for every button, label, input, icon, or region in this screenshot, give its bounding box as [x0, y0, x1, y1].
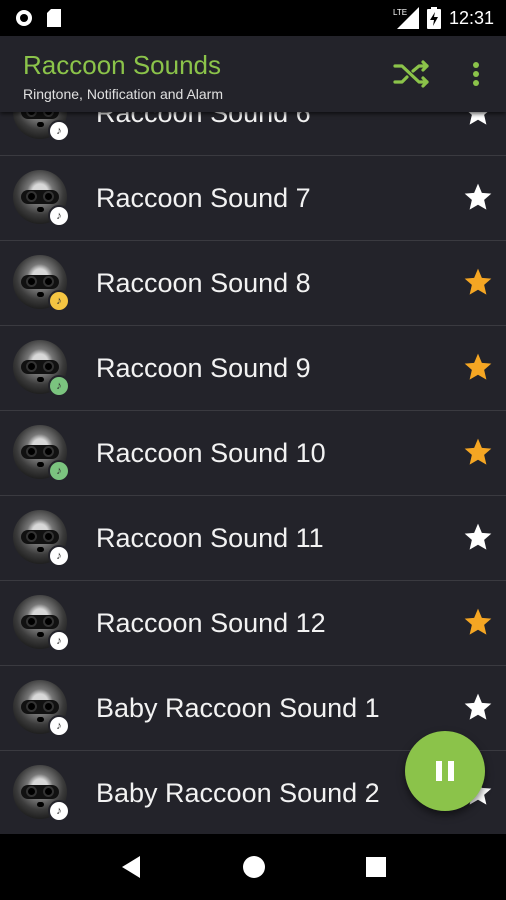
list-item[interactable]: ♪ Raccoon Sound 11 [0, 496, 506, 581]
sound-list[interactable]: ♪ Raccoon Sound 6 ♪ Raccoon Sound 7 ♪ Raccoon… [0, 112, 506, 834]
app-subtitle: Ringtone, Notification and Alarm [23, 86, 223, 102]
music-note-icon: ♪ [48, 460, 70, 482]
music-note-icon: ♪ [48, 290, 70, 312]
music-note-icon: ♪ [48, 630, 70, 652]
favorite-star-icon[interactable] [462, 606, 494, 638]
lte-signal-icon: LTE [393, 7, 419, 29]
app-bar: Raccoon Sounds Ringtone, Notification an… [0, 36, 506, 112]
app-title: Raccoon Sounds [23, 50, 222, 80]
recents-square-icon[interactable] [364, 855, 388, 879]
home-circle-icon[interactable] [241, 854, 267, 880]
sound-label: Raccoon Sound 8 [96, 268, 311, 298]
favorite-star-icon[interactable] [462, 181, 494, 213]
shuffle-icon[interactable] [392, 58, 432, 90]
favorite-star-icon[interactable] [462, 112, 494, 128]
status-bar: LTE 12:31 [0, 0, 506, 36]
music-note-icon: ♪ [48, 120, 70, 142]
favorite-star-icon[interactable] [462, 436, 494, 468]
svg-text:LTE: LTE [393, 8, 407, 17]
favorite-star-icon[interactable] [462, 691, 494, 723]
battery-icon [426, 7, 441, 29]
sound-label: Raccoon Sound 9 [96, 353, 311, 383]
sound-label: Baby Raccoon Sound 1 [96, 693, 380, 723]
status-time: 12:31 [448, 7, 494, 28]
favorite-star-icon[interactable] [462, 351, 494, 383]
list-item[interactable]: ♪ Raccoon Sound 10 [0, 411, 506, 496]
music-note-icon: ♪ [48, 205, 70, 227]
list-item[interactable]: ♪ Raccoon Sound 9 [0, 326, 506, 411]
sound-label: Raccoon Sound 12 [96, 608, 326, 638]
music-note-icon: ♪ [48, 375, 70, 397]
list-item[interactable]: ♪ Raccoon Sound 6 [0, 112, 506, 156]
list-item[interactable]: ♪ Raccoon Sound 7 [0, 156, 506, 241]
notification-circle-icon [16, 10, 32, 26]
sd-card-icon [47, 9, 61, 27]
list-item[interactable]: ♪ Raccoon Sound 12 [0, 581, 506, 666]
more-vert-icon[interactable] [464, 58, 488, 90]
sound-label: Raccoon Sound 10 [96, 438, 326, 468]
navigation-bar [0, 834, 506, 900]
sound-label: Raccoon Sound 11 [96, 523, 324, 553]
back-triangle-icon[interactable] [118, 854, 144, 880]
music-note-icon: ♪ [48, 715, 70, 737]
favorite-star-icon[interactable] [462, 521, 494, 553]
favorite-star-icon[interactable] [462, 266, 494, 298]
music-note-icon: ♪ [48, 545, 70, 567]
music-note-icon: ♪ [48, 800, 70, 822]
sound-label: Raccoon Sound 7 [96, 183, 311, 213]
sound-label: Raccoon Sound 6 [96, 112, 311, 128]
list-item[interactable]: ♪ Raccoon Sound 8 [0, 241, 506, 326]
sound-label: Baby Raccoon Sound 2 [96, 778, 380, 808]
pause-button[interactable] [405, 731, 485, 811]
pause-icon [436, 761, 454, 781]
